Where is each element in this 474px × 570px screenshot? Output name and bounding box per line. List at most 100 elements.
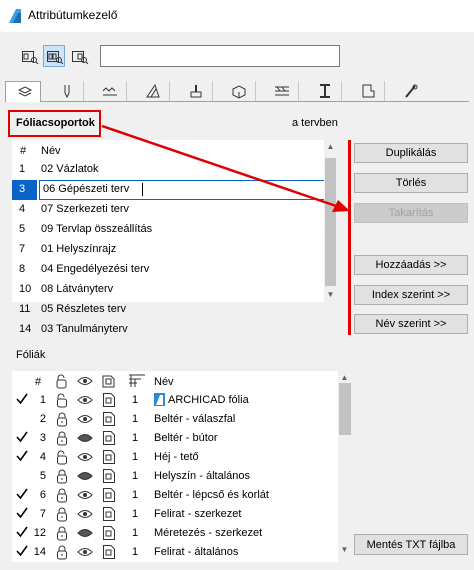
- by-index-button[interactable]: Index szerint >>: [354, 285, 468, 305]
- layers-column-number[interactable]: #: [35, 376, 41, 388]
- archicad-app-icon: [9, 9, 21, 23]
- lock-icon[interactable]: [54, 506, 70, 525]
- eye-hidden-icon[interactable]: [77, 527, 93, 542]
- list-view-icon[interactable]: [18, 45, 40, 67]
- eye-icon[interactable]: [77, 394, 93, 409]
- layer-row[interactable]: 2 1 Beltér - válaszfal: [12, 410, 336, 429]
- tab-zone[interactable]: [349, 81, 385, 101]
- group-row[interactable]: 14 03 Tanulmányterv: [12, 320, 324, 340]
- lock-icon[interactable]: [54, 411, 70, 430]
- group-row[interactable]: 5 09 Tervlap összeállítás: [12, 220, 324, 240]
- checkmark-icon[interactable]: [16, 507, 28, 522]
- layers-scroll-up-icon[interactable]: ▲: [338, 373, 351, 382]
- intersection-group-value: 1: [132, 489, 139, 501]
- layer-name: Beltér - lépcső és korlát: [154, 489, 269, 501]
- layer-row[interactable]: 3 1 Beltér - bútor: [12, 429, 336, 448]
- duplicate-button[interactable]: Duplikálás: [354, 143, 468, 163]
- tab-surface[interactable]: [177, 81, 213, 101]
- split-view-icon[interactable]: [43, 45, 65, 67]
- checkmark-icon[interactable]: [16, 393, 28, 408]
- wireframe-icon[interactable]: [102, 525, 116, 544]
- lock-icon[interactable]: [54, 430, 70, 449]
- layers-icon: [17, 86, 33, 97]
- checkmark-icon[interactable]: [16, 526, 28, 541]
- layer-row[interactable]: 14 1 Felirat - általános: [12, 543, 336, 562]
- eye-icon[interactable]: [77, 489, 93, 504]
- by-name-button[interactable]: Név szerint >>: [354, 314, 468, 334]
- unlock-icon[interactable]: [54, 392, 70, 411]
- group-row-number: 8: [19, 263, 26, 275]
- group-row-number: 1: [19, 163, 26, 175]
- tab-composite[interactable]: [263, 81, 299, 101]
- intersection-group-value: 1: [132, 413, 139, 425]
- eye-hidden-icon[interactable]: [77, 470, 93, 485]
- group-row-name: 09 Tervlap összeállítás: [41, 223, 153, 235]
- lock-icon[interactable]: [54, 544, 70, 563]
- wireframe-column-icon[interactable]: [101, 373, 117, 389]
- layer-row[interactable]: 5 1 Helyszín - általános: [12, 467, 336, 486]
- tab-pen[interactable]: [48, 81, 84, 101]
- eye-icon[interactable]: [77, 451, 93, 466]
- layers-scrollbar-thumb[interactable]: [339, 383, 351, 435]
- group-row[interactable]: 10 08 Látványterv: [12, 280, 324, 300]
- wireframe-icon[interactable]: [102, 449, 116, 468]
- intersection-group-icon[interactable]: [128, 372, 146, 388]
- layer-row[interactable]: 4 1 Héj - tető: [12, 448, 336, 467]
- layer-row[interactable]: 6 1 Beltér - lépcső és korlát: [12, 486, 336, 505]
- checkmark-icon[interactable]: [16, 545, 28, 560]
- column-header-number[interactable]: #: [20, 145, 26, 157]
- tab-building-material[interactable]: [220, 81, 256, 101]
- wireframe-icon[interactable]: [102, 468, 116, 487]
- purge-button[interactable]: Takarítás: [354, 203, 468, 223]
- eye-hidden-icon[interactable]: [77, 432, 93, 447]
- lock-icon[interactable]: [54, 525, 70, 544]
- eye-icon[interactable]: [77, 546, 93, 561]
- add-button[interactable]: Hozzáadás >>: [354, 255, 468, 275]
- group-row[interactable]: 11 05 Részletes terv: [12, 300, 324, 320]
- group-row-name: 03 Tanulmányterv: [41, 323, 128, 335]
- column-header-name[interactable]: Név: [41, 145, 61, 157]
- eye-icon[interactable]: [77, 508, 93, 523]
- layer-name: Beltér - válaszfal: [154, 413, 236, 425]
- group-row[interactable]: 7 01 Helyszínrajz: [12, 240, 324, 260]
- wireframe-icon[interactable]: [102, 506, 116, 525]
- layer-row[interactable]: 7 1 Felirat - szerkezet: [12, 505, 336, 524]
- wireframe-icon[interactable]: [102, 487, 116, 506]
- save-txt-button[interactable]: Mentés TXT fájlba: [354, 534, 468, 555]
- group-row[interactable]: 8 04 Engedélyezési terv: [12, 260, 324, 280]
- tab-layers[interactable]: [5, 81, 41, 102]
- checkmark-icon[interactable]: [16, 450, 28, 465]
- group-row-name: 08 Látványterv: [41, 283, 114, 295]
- layer-row[interactable]: 12 1 Méretezés - szerkezet: [12, 524, 336, 543]
- checkmark-icon[interactable]: [16, 431, 28, 446]
- intersection-group-value: 1: [132, 546, 139, 558]
- layer-name: Felirat - szerkezet: [154, 508, 242, 520]
- layer-number: 4: [39, 451, 46, 463]
- wireframe-icon[interactable]: [102, 430, 116, 449]
- wireframe-icon[interactable]: [102, 411, 116, 430]
- window-title: Attribútumkezelő: [28, 8, 118, 22]
- tab-profile[interactable]: [306, 81, 342, 101]
- search-input[interactable]: [100, 45, 340, 67]
- layers-scroll-down-icon[interactable]: ▼: [338, 545, 351, 554]
- layer-number: 5: [39, 470, 46, 482]
- unlock-icon[interactable]: [54, 449, 70, 468]
- eye-icon[interactable]: [77, 413, 93, 428]
- lock-icon[interactable]: [54, 487, 70, 506]
- tab-fill[interactable]: [134, 81, 170, 101]
- layer-row[interactable]: 1 1 ARCHICAD fólia: [12, 391, 336, 410]
- lock-icon[interactable]: [54, 468, 70, 487]
- layer-number: 3: [39, 432, 46, 444]
- checkmark-icon[interactable]: [16, 488, 28, 503]
- delete-button[interactable]: Törlés: [354, 173, 468, 193]
- visibility-column-icon[interactable]: [77, 374, 93, 388]
- tab-mep[interactable]: [392, 81, 428, 101]
- scroll-down-icon[interactable]: ▼: [324, 290, 337, 299]
- layer-number: 1: [39, 394, 46, 406]
- wireframe-icon[interactable]: [102, 392, 116, 411]
- wireframe-icon[interactable]: [102, 544, 116, 563]
- lock-column-icon[interactable]: [54, 373, 70, 389]
- layers-column-name[interactable]: Név: [154, 376, 174, 388]
- detail-view-icon[interactable]: [68, 45, 90, 67]
- tab-line-type[interactable]: [91, 81, 127, 101]
